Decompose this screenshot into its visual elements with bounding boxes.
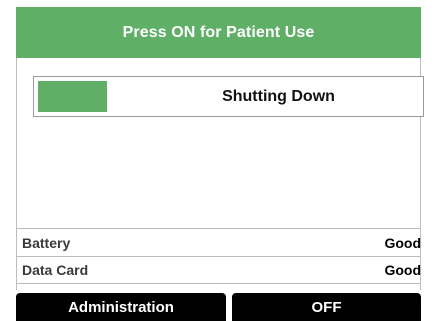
data-card-label: Data Card	[22, 262, 89, 278]
battery-value: Good	[384, 234, 421, 251]
device-screen: Press ON for Patient Use Shutting Down B…	[0, 0, 437, 321]
progress-fill	[38, 81, 107, 112]
battery-status-row: Battery Good	[16, 228, 421, 256]
progress-label: Shutting Down	[222, 87, 335, 105]
data-card-status-row: Data Card Good	[16, 256, 421, 284]
off-softkey[interactable]: OFF	[232, 293, 421, 321]
data-card-value: Good	[384, 262, 421, 278]
progress-indicator: Shutting Down	[33, 76, 424, 117]
header-title: Press ON for Patient Use	[122, 23, 315, 41]
header-bar: Press ON for Patient Use	[16, 7, 421, 58]
administration-softkey[interactable]: Administration	[16, 293, 226, 321]
battery-label: Battery	[22, 234, 71, 251]
